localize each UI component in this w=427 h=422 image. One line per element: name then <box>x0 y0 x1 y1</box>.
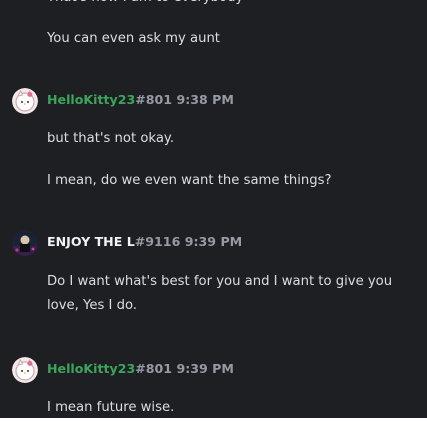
author-name[interactable]: ENJOY THE L <box>47 234 135 249</box>
bottom-edge <box>0 418 427 422</box>
message-text: I mean future wise. <box>47 400 175 415</box>
message-text: Do I want what's best for you and I want… <box>47 274 393 313</box>
user-avatar[interactable] <box>12 230 38 256</box>
message-header: ENJOY THE L#9116 9:39 PM <box>47 233 242 251</box>
message-header: HelloKitty23#801 9:39 PM <box>47 360 234 378</box>
message-header: HelloKitty23#801 9:38 PM <box>47 91 234 109</box>
author-tag: #801 <box>135 361 173 376</box>
message-text: That's how I am to everybody <box>47 0 415 10</box>
timestamp: 9:39 PM <box>184 234 243 249</box>
author-name[interactable]: HelloKitty23 <box>47 361 135 376</box>
timestamp: 9:39 PM <box>176 361 234 376</box>
timestamp: 9:38 PM <box>176 92 234 107</box>
author-name[interactable]: HelloKitty23 <box>47 92 135 107</box>
hello-kitty-avatar-icon <box>12 357 38 383</box>
dark-scene-avatar-icon <box>12 230 38 256</box>
hello-kitty-avatar-icon <box>12 88 38 114</box>
message-text: I mean, do we even want the same things? <box>47 173 332 188</box>
author-tag: #801 <box>135 92 173 107</box>
message-text: You can even ask my aunt <box>47 31 220 46</box>
message-text: but that's not okay. <box>47 131 175 146</box>
chat-messages: That's how I am to everybody You can eve… <box>0 0 427 422</box>
user-avatar[interactable] <box>12 88 38 114</box>
author-tag: #9116 <box>134 234 181 249</box>
user-avatar[interactable] <box>12 357 38 383</box>
